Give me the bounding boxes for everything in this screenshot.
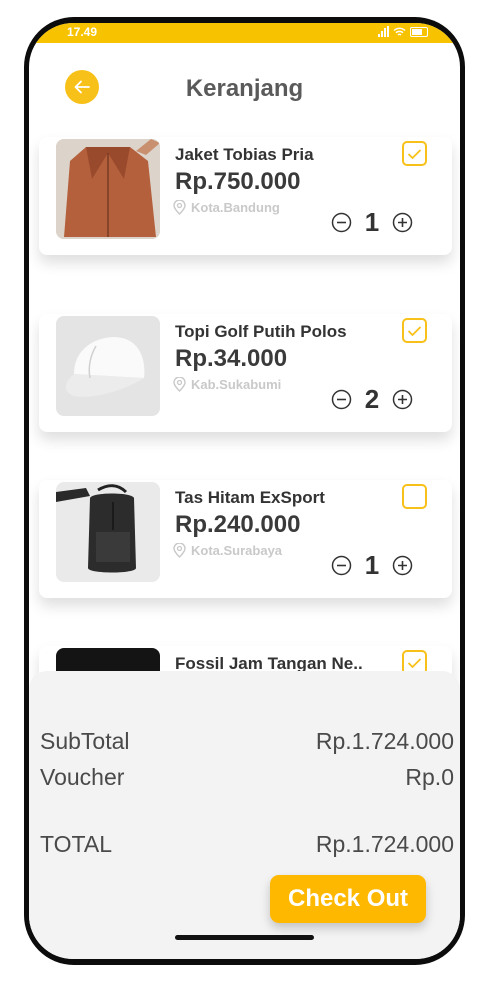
total-label: TOTAL bbox=[40, 831, 112, 857]
product-price: Rp.240.000 bbox=[175, 511, 301, 538]
minus-circle-icon[interactable] bbox=[331, 212, 352, 233]
wifi-icon bbox=[393, 27, 406, 36]
status-icons bbox=[378, 26, 428, 37]
product-image-backpack bbox=[56, 482, 160, 582]
quantity-stepper: 2 bbox=[331, 384, 413, 415]
item-checkbox[interactable] bbox=[402, 484, 427, 509]
voucher-label: Voucher bbox=[40, 764, 125, 790]
plus-circle-icon[interactable] bbox=[392, 555, 413, 576]
checkmark-icon bbox=[407, 657, 422, 668]
minus-circle-icon[interactable] bbox=[331, 555, 352, 576]
plus-circle-icon[interactable] bbox=[392, 389, 413, 410]
page-title: Keranjang bbox=[185, 75, 304, 102]
status-time: 17.49 bbox=[67, 25, 98, 39]
plus-circle-icon[interactable] bbox=[392, 212, 413, 233]
jacket-image bbox=[56, 139, 160, 239]
product-location: Kab.Sukabumi bbox=[173, 377, 281, 392]
product-price: Rp.750.000 bbox=[175, 168, 301, 195]
product-name: Jaket Tobias Pria bbox=[175, 145, 314, 164]
checkmark-icon bbox=[407, 325, 422, 336]
cart-summary: SubTotal Rp.1.724.000 Voucher Rp.0 TOTAL… bbox=[29, 671, 460, 959]
voucher-value: Rp.0 bbox=[405, 764, 454, 790]
status-bar: 17.49 bbox=[29, 23, 460, 43]
voucher-row: Voucher Rp.0 bbox=[40, 764, 454, 791]
subtotal-label: SubTotal bbox=[40, 728, 130, 754]
checkout-button[interactable]: Check Out bbox=[270, 875, 426, 923]
product-location: Kota.Bandung bbox=[173, 200, 280, 215]
backpack-image bbox=[56, 482, 160, 582]
product-price: Rp.34.000 bbox=[175, 345, 288, 372]
location-pin-icon bbox=[173, 377, 186, 392]
cart-item-card: Topi Golf Putih Polos Rp.34.000 Kab.Suka… bbox=[39, 314, 452, 432]
battery-icon bbox=[410, 26, 428, 37]
quantity-value: 1 bbox=[364, 550, 380, 580]
product-location: Kota.Surabaya bbox=[173, 543, 282, 558]
item-checkbox[interactable] bbox=[402, 318, 427, 343]
location-text: Kota.Bandung bbox=[191, 200, 280, 215]
quantity-value: 1 bbox=[364, 207, 380, 237]
home-indicator[interactable] bbox=[175, 935, 314, 940]
item-checkbox[interactable] bbox=[402, 141, 427, 166]
location-text: Kab.Sukabumi bbox=[191, 377, 282, 392]
cart-item-card: Jaket Tobias Pria Rp.750.000 Kota.Bandun… bbox=[39, 137, 452, 255]
cart-item-card: Tas Hitam ExSport Rp.240.000 Kota.Suraba… bbox=[39, 480, 452, 598]
location-pin-icon bbox=[173, 543, 186, 558]
product-image-jacket bbox=[56, 139, 160, 239]
subtotal-row: SubTotal Rp.1.724.000 bbox=[40, 728, 454, 755]
location-text: Kota.Surabaya bbox=[191, 543, 283, 558]
screen: 17.49 Keranjang Jaket Tobias Pria Rp.750… bbox=[29, 23, 460, 959]
product-name: Tas Hitam ExSport bbox=[175, 488, 325, 507]
phone-frame: 17.49 Keranjang Jaket Tobias Pria Rp.750… bbox=[24, 17, 465, 965]
quantity-value: 2 bbox=[364, 384, 380, 414]
product-image-cap bbox=[56, 316, 160, 416]
checkmark-icon bbox=[407, 148, 422, 159]
product-name: Topi Golf Putih Polos bbox=[175, 322, 347, 341]
subtotal-value: Rp.1.724.000 bbox=[315, 728, 454, 754]
total-value: Rp.1.724.000 bbox=[315, 831, 454, 857]
cap-image bbox=[56, 316, 160, 416]
quantity-stepper: 1 bbox=[331, 550, 413, 581]
signal-icon bbox=[378, 26, 389, 37]
quantity-stepper: 1 bbox=[331, 207, 413, 238]
location-pin-icon bbox=[173, 200, 186, 215]
minus-circle-icon[interactable] bbox=[331, 389, 352, 410]
total-row: TOTAL Rp.1.724.000 bbox=[40, 831, 454, 858]
